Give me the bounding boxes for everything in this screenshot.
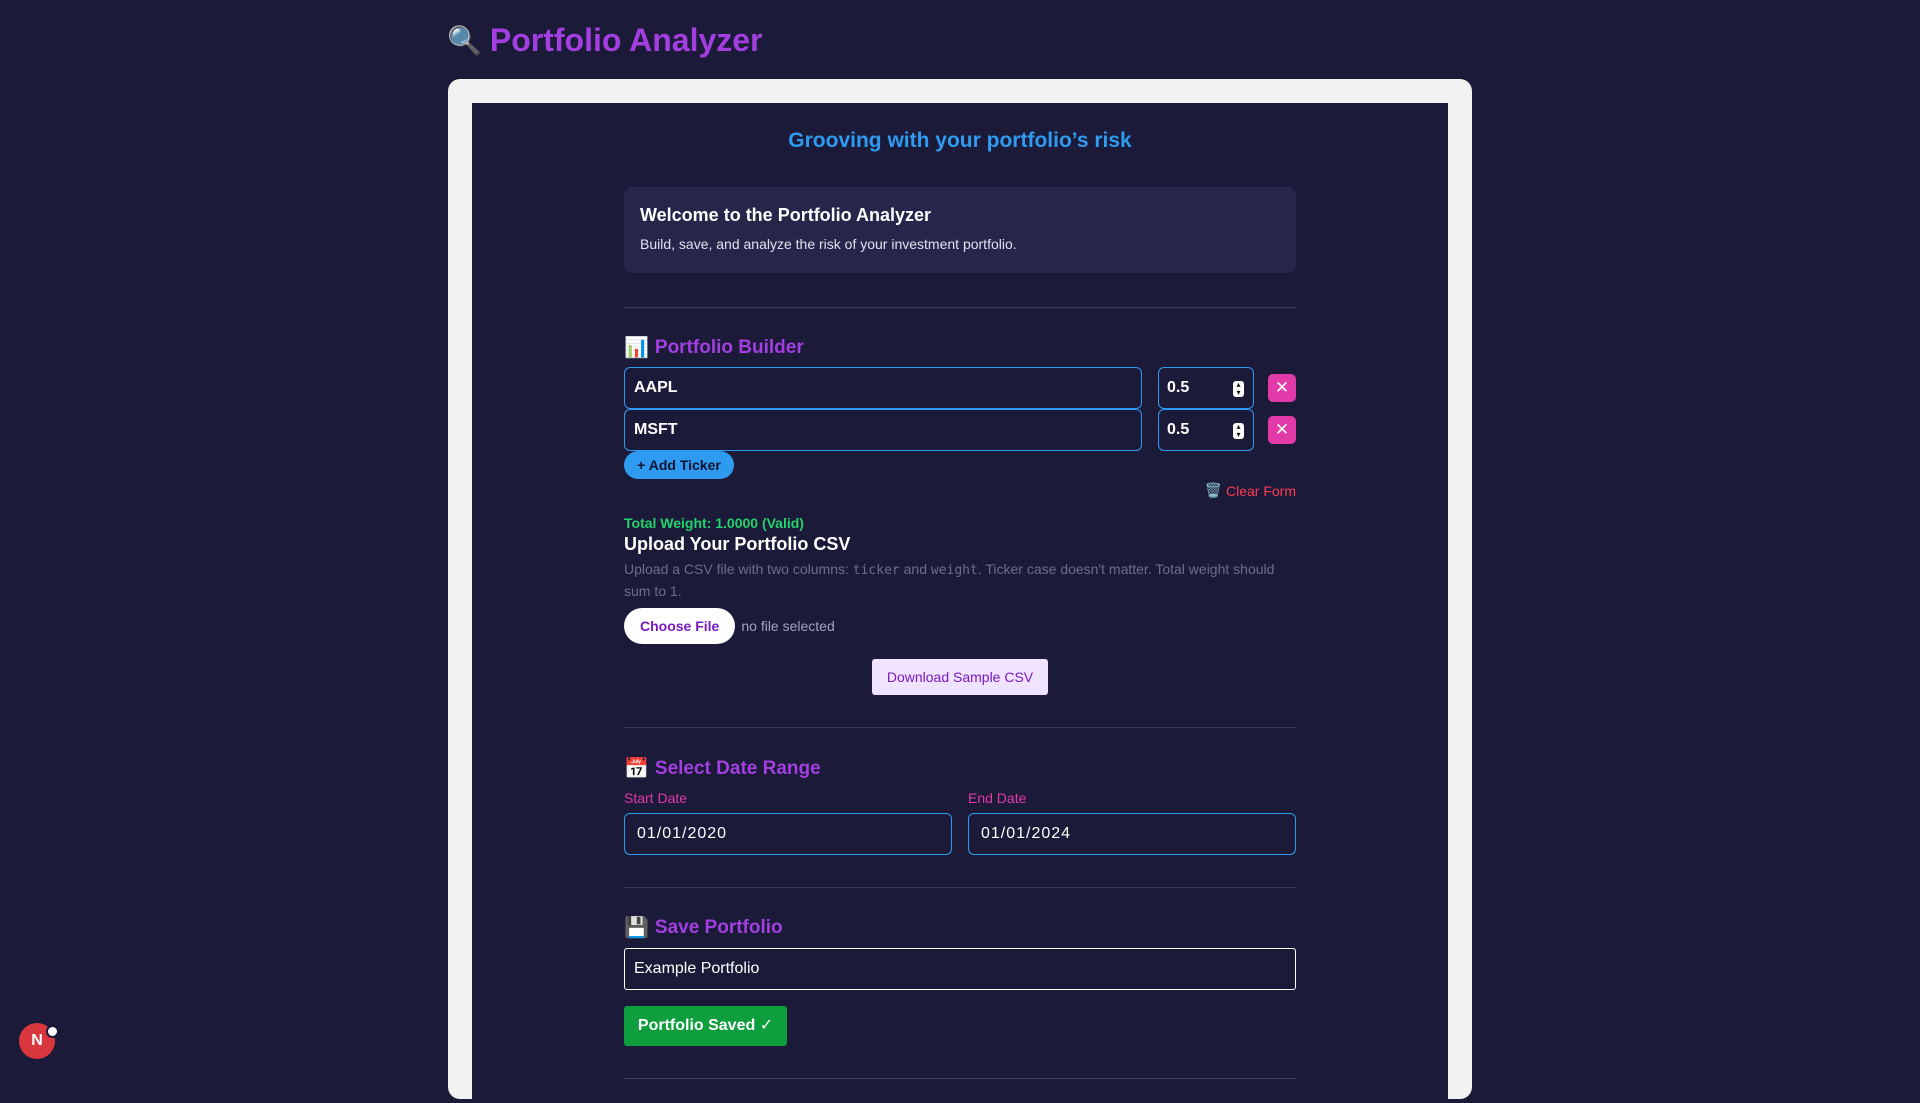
magnifier-icon: 🔍 xyxy=(447,25,482,56)
total-weight-status: Total Weight: 1.0000 (Valid) xyxy=(624,515,804,531)
file-status: no file selected xyxy=(741,618,835,634)
save-portfolio-heading: 💾 Save Portfolio xyxy=(624,915,783,940)
upload-desc-part: and xyxy=(899,561,931,577)
app-title: 🔍 Portfolio Analyzer xyxy=(447,22,763,59)
date-range-heading: 📅 Select Date Range xyxy=(624,756,821,781)
weight-value: 0.5 xyxy=(1167,421,1190,438)
floppy-disk-icon: 💾 xyxy=(624,917,649,939)
builder-section: 📊 Portfolio Builder AAPL 0.5 ▴ ▾ ✕ MSFT 0… xyxy=(624,103,1296,1079)
upload-desc-part: Upload a CSV file with two columns: xyxy=(624,561,853,577)
end-date-label: End Date xyxy=(968,790,1027,806)
add-ticker-button[interactable]: + Add Ticker xyxy=(624,451,734,479)
file-picker: Choose File no file selected xyxy=(624,608,835,644)
ticker-input[interactable]: MSFT xyxy=(624,409,1142,451)
portfolio-saved-button[interactable]: Portfolio Saved ✓ xyxy=(624,1006,787,1046)
spinner-icon[interactable]: ▴ ▾ xyxy=(1233,381,1244,397)
save-portfolio-title: Save Portfolio xyxy=(654,916,783,938)
choose-file-button[interactable]: Choose File xyxy=(624,608,736,644)
calendar-icon: 📅 xyxy=(624,758,649,780)
main-panel: Grooving with your portfolio’s risk Welc… xyxy=(472,103,1448,1103)
end-date-input[interactable]: 01/01/2024 xyxy=(968,813,1296,855)
start-date-label: Start Date xyxy=(624,790,688,806)
upload-csv-description: Upload a CSV file with two columns: tick… xyxy=(624,559,1296,601)
upload-csv-title: Upload Your Portfolio CSV xyxy=(624,534,851,554)
bar-chart-icon: 📊 xyxy=(624,337,649,359)
divider xyxy=(624,1078,1296,1079)
portfolio-name-input[interactable]: Example Portfolio xyxy=(624,948,1296,990)
weight-input[interactable]: 0.5 ▴ ▾ xyxy=(1158,409,1254,451)
clear-form-button[interactable]: 🗑️ Clear Form xyxy=(1205,482,1296,499)
code-ticker: ticker xyxy=(852,563,900,578)
start-date-input[interactable]: 01/01/2020 xyxy=(624,813,952,855)
app-title-text: Portfolio Analyzer xyxy=(489,22,763,58)
date-range-title: Select Date Range xyxy=(654,757,821,779)
ticker-row: MSFT 0.5 ▴ ▾ ✕ xyxy=(624,409,1296,451)
divider xyxy=(624,727,1296,728)
remove-ticker-button[interactable]: ✕ xyxy=(1268,416,1296,444)
notification-dot xyxy=(46,1025,59,1038)
weight-value: 0.5 xyxy=(1167,379,1190,396)
clear-form-label: Clear Form xyxy=(1225,482,1296,499)
portfolio-builder-title: Portfolio Builder xyxy=(654,336,804,358)
download-sample-csv-button[interactable]: Download Sample CSV xyxy=(872,659,1048,695)
code-weight: weight xyxy=(930,563,978,578)
ticker-row: AAPL 0.5 ▴ ▾ ✕ xyxy=(624,367,1296,409)
ticker-input[interactable]: AAPL xyxy=(624,367,1142,409)
trash-icon: 🗑️ xyxy=(1204,482,1222,498)
divider xyxy=(624,887,1296,888)
portfolio-builder-heading: 📊 Portfolio Builder xyxy=(624,335,804,360)
spinner-icon[interactable]: ▴ ▾ xyxy=(1233,423,1244,439)
weight-input[interactable]: 0.5 ▴ ▾ xyxy=(1158,367,1254,409)
remove-ticker-button[interactable]: ✕ xyxy=(1268,374,1296,402)
